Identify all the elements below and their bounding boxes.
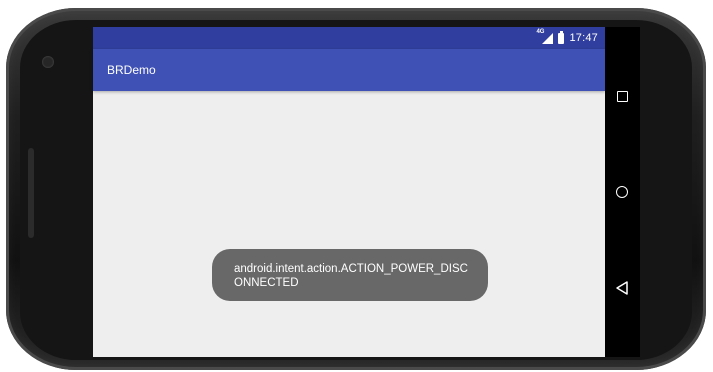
app-toolbar: BRDemo — [93, 49, 605, 91]
toast-message: android.intent.action.ACTION_POWER_DISCO… — [212, 249, 488, 301]
app-window: 4G 17:47 BRDemo android.intent.action.AC… — [93, 27, 605, 357]
back-button[interactable] — [605, 269, 640, 309]
navigation-bar — [605, 27, 640, 357]
speaker-grille — [28, 148, 34, 238]
device-screen: 4G 17:47 BRDemo android.intent.action.AC… — [93, 27, 640, 357]
triangle-back-icon — [616, 281, 628, 295]
app-title: BRDemo — [107, 63, 156, 77]
circle-icon — [616, 186, 628, 198]
battery-icon — [558, 30, 565, 44]
home-button[interactable] — [605, 173, 640, 213]
status-bar: 4G 17:47 — [93, 27, 605, 49]
signal-icon: 4G — [536, 29, 554, 44]
status-icons: 4G 17:47 — [536, 29, 598, 45]
front-camera — [42, 56, 54, 68]
status-clock: 17:47 — [569, 32, 598, 44]
square-icon — [617, 91, 628, 102]
recent-apps-button[interactable] — [605, 77, 640, 117]
